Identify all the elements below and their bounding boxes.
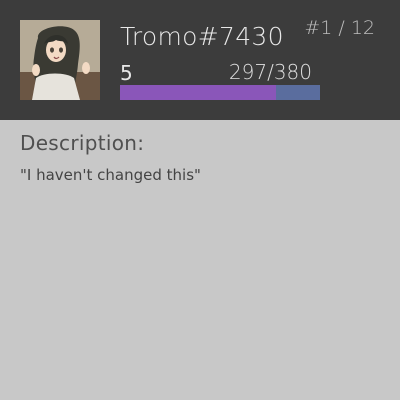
avatar — [20, 20, 100, 100]
xp-progress-fill — [120, 85, 277, 100]
description-heading: Description: — [20, 131, 145, 155]
description-text: "I haven't changed this" — [20, 166, 201, 184]
anime-character-avatar-icon — [20, 20, 100, 100]
xp-progress-text: 297/380 — [228, 60, 312, 84]
level-value: 5 — [120, 61, 133, 85]
profile-header: Tromo#7430 #1 / 12 5 297/380 — [0, 0, 400, 120]
xp-progress-bar — [120, 85, 320, 100]
username: Tromo#7430 — [120, 22, 284, 51]
rank-label: #1 / 12 — [304, 17, 375, 39]
